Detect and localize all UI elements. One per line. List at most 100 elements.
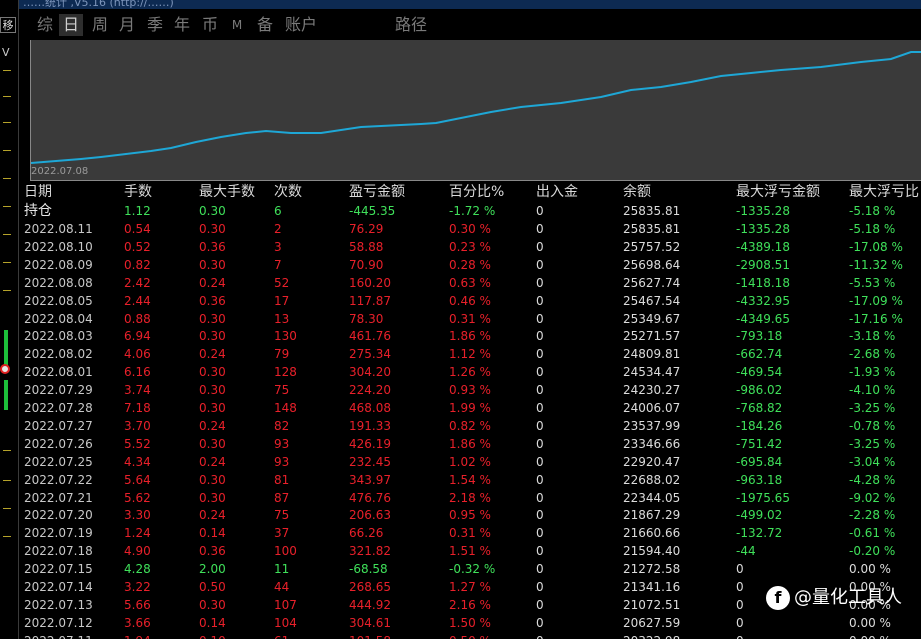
- row-max-float-pct: -9.02 %: [849, 490, 896, 505]
- row-pnl: 468.08: [349, 401, 391, 415]
- table-row[interactable]: 2022.08.03 6.94 0.30 130 461.76 1.86 % 0 25271.…: [19, 327, 921, 345]
- tab-notes[interactable]: 备: [253, 14, 277, 36]
- row-trades: 37: [274, 526, 290, 541]
- row-trades: 17: [274, 293, 290, 308]
- table-row[interactable]: 2022.07.29 3.74 0.30 75 224.20 0.93 % 0 24230.2…: [19, 381, 921, 399]
- header-max-lots[interactable]: 最大手数: [199, 182, 255, 200]
- curve-start-date: 2022.07.08: [31, 166, 89, 177]
- row-percent: 1.86 %: [449, 329, 491, 344]
- row-percent: 1.99 %: [449, 401, 491, 415]
- row-lots: 0.54: [124, 222, 151, 236]
- row-pnl: 70.90: [349, 257, 384, 272]
- table-row[interactable]: 2022.08.05 2.44 0.36 17 117.87 0.46 % 0 25467.5…: [19, 292, 921, 310]
- table-row[interactable]: 2022.07.21 5.62 0.30 87 476.76 2.18 % 0 22344.0…: [19, 489, 921, 507]
- row-date: 2022.07.19: [24, 526, 93, 541]
- tab-account[interactable]: 账户: [281, 14, 321, 36]
- row-max-lots: 0.30: [199, 329, 226, 344]
- tab-quarterly[interactable]: 季: [143, 14, 167, 36]
- row-max-lots: 0.30: [199, 311, 226, 326]
- header-balance[interactable]: 余额: [623, 182, 651, 200]
- header-lots[interactable]: 手数: [124, 182, 152, 200]
- table-row[interactable]: 2022.07.22 5.64 0.30 81 343.97 1.54 % 0 22688.0…: [19, 471, 921, 489]
- screen: 移 V ……统计 ,V5.16 (http://……) 综 日 周 月 季 年 …: [0, 0, 921, 639]
- tab-overview[interactable]: 综: [33, 14, 57, 36]
- row-pnl: 66.26: [349, 526, 384, 541]
- table-row[interactable]: 2022.07.27 3.70 0.24 82 191.33 0.82 % 0 23537.9…: [19, 417, 921, 435]
- table-row[interactable]: 2022.08.11 0.54 0.30 2 76.29 0.30 % 0 25835.81 -…: [19, 220, 921, 238]
- title-bar[interactable]: ……统计 ,V5.16 (http://……): [19, 0, 921, 9]
- row-max-float-pct: -2.68 %: [849, 347, 896, 362]
- holding-cash-flow: 0: [536, 204, 544, 218]
- header-percent[interactable]: 百分比%: [449, 182, 504, 200]
- row-pnl: 268.65: [349, 580, 391, 594]
- row-percent: 1.12 %: [449, 347, 491, 362]
- tab-m[interactable]: M: [227, 14, 247, 36]
- table-row[interactable]: 2022.07.25 4.34 0.24 93 232.45 1.02 % 0 22920.4…: [19, 453, 921, 471]
- row-trades: 107: [274, 597, 297, 612]
- row-max-float-pct: -3.25 %: [849, 401, 896, 415]
- table-row[interactable]: 2022.07.18 4.90 0.36 100 321.82 1.51 % 0 21594.…: [19, 542, 921, 560]
- table-row[interactable]: 2022.07.12 3.66 0.14 104 304.61 1.50 % 0 20627.…: [19, 614, 921, 632]
- row-trades: 3: [274, 239, 282, 254]
- header-max-float-pct[interactable]: 最大浮亏比: [849, 182, 919, 200]
- row-pnl: 76.29: [349, 222, 384, 236]
- table-row[interactable]: 2022.07.11 1.94 0.10 61 101.58 0.50 % 0 20322.9…: [19, 632, 921, 639]
- header-trades[interactable]: 次数: [274, 182, 302, 200]
- row-pnl: 461.76: [349, 329, 391, 344]
- row-max-float: 0: [736, 615, 744, 630]
- row-max-lots: 0.36: [199, 293, 226, 308]
- tab-weekly[interactable]: 周: [88, 14, 112, 36]
- header-date[interactable]: 日期: [24, 182, 52, 200]
- tab-bar: 综 日 周 月 季 年 币 M 备 账户 路径: [19, 12, 921, 38]
- table-row[interactable]: 2022.08.01 6.16 0.30 128 304.20 1.26 % 0 24534.…: [19, 363, 921, 381]
- tab-daily[interactable]: 日: [59, 14, 83, 36]
- row-date: 2022.07.25: [24, 454, 93, 469]
- equity-line: [31, 51, 921, 164]
- row-date: 2022.07.18: [24, 544, 93, 559]
- row-trades: 148: [274, 401, 297, 415]
- table-row[interactable]: 2022.08.04 0.88 0.30 13 78.30 0.31 % 0 25349.67…: [19, 310, 921, 328]
- row-cash-flow: 0: [536, 293, 544, 308]
- row-max-lots: 0.36: [199, 239, 226, 254]
- tab-path[interactable]: 路径: [391, 14, 431, 36]
- row-max-float: 0: [736, 632, 744, 639]
- row-balance: 21867.29: [623, 508, 681, 523]
- row-balance: 25271.57: [623, 329, 681, 344]
- row-date: 2022.08.09: [24, 257, 93, 272]
- table-row[interactable]: 2022.07.26 5.52 0.30 93 426.19 1.86 % 0 23346.6…: [19, 435, 921, 453]
- row-cash-flow: 0: [536, 436, 544, 451]
- table-row[interactable]: 2022.07.19 1.24 0.14 37 66.26 0.31 % 0 21660.66…: [19, 524, 921, 542]
- row-max-lots: 0.24: [199, 275, 226, 290]
- tab-currency[interactable]: 币: [198, 14, 222, 36]
- header-cash-flow[interactable]: 出入金: [536, 182, 578, 200]
- table-row[interactable]: 2022.07.15 4.28 2.00 11 -68.58 -0.32 % 0 21272.…: [19, 560, 921, 578]
- header-max-float-loss[interactable]: 最大浮亏金额: [736, 182, 820, 200]
- row-percent: 1.51 %: [449, 544, 491, 559]
- header-pnl[interactable]: 盈亏金额: [349, 182, 405, 200]
- table-row[interactable]: 2022.08.08 2.42 0.24 52 160.20 0.63 % 0 25627.7…: [19, 274, 921, 292]
- window-button[interactable]: 移: [0, 17, 16, 33]
- row-date: 2022.08.05: [24, 293, 93, 308]
- level-dash: [3, 536, 11, 537]
- row-max-float-pct: -3.04 %: [849, 454, 896, 469]
- row-date: 2022.07.13: [24, 597, 93, 612]
- table-row[interactable]: 2022.07.20 3.30 0.24 75 206.63 0.95 % 0 21867.2…: [19, 506, 921, 524]
- row-date: 2022.07.29: [24, 383, 93, 398]
- tab-yearly[interactable]: 年: [170, 14, 194, 36]
- table-row[interactable]: 2022.08.10 0.52 0.36 3 58.88 0.23 % 0 25757.52 -…: [19, 238, 921, 256]
- row-max-lots: 0.24: [199, 508, 226, 523]
- table-row[interactable]: 2022.07.28 7.18 0.30 148 468.08 1.99 % 0 24006.…: [19, 399, 921, 417]
- row-lots: 3.66: [124, 615, 151, 630]
- tab-monthly[interactable]: 月: [115, 14, 139, 36]
- row-balance: 25757.52: [623, 239, 681, 254]
- table-row[interactable]: 2022.08.02 4.06 0.24 79 275.34 1.12 % 0 24809.8…: [19, 345, 921, 363]
- row-trades: 2: [274, 222, 282, 236]
- row-cash-flow: 0: [536, 329, 544, 344]
- table-row[interactable]: 2022.08.09 0.82 0.30 7 70.90 0.28 % 0 25698.64 -…: [19, 256, 921, 274]
- row-lots: 4.28: [124, 562, 151, 577]
- row-percent: 2.18 %: [449, 490, 491, 505]
- holding-row[interactable]: 持仓 1.12 0.30 6 -445.35 -1.72 % 0 25835.8…: [19, 202, 921, 220]
- row-cash-flow: 0: [536, 275, 544, 290]
- row-balance: 23346.66: [623, 436, 681, 451]
- row-pnl: 426.19: [349, 436, 391, 451]
